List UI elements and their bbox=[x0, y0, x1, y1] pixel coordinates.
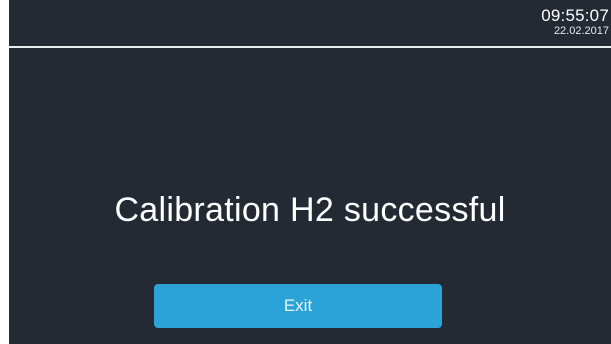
exit-button[interactable]: Exit bbox=[154, 284, 442, 328]
device-screen: 09:55:07 22.02.2017 Calibration H2 succe… bbox=[9, 0, 611, 344]
current-date: 22.02.2017 bbox=[553, 25, 609, 37]
status-bar: 09:55:07 22.02.2017 bbox=[9, 0, 611, 46]
current-time: 09:55:07 bbox=[541, 6, 609, 25]
clock: 09:55:07 22.02.2017 bbox=[541, 6, 609, 38]
status-message: Calibration H2 successful bbox=[114, 191, 506, 229]
header-divider bbox=[9, 46, 611, 48]
